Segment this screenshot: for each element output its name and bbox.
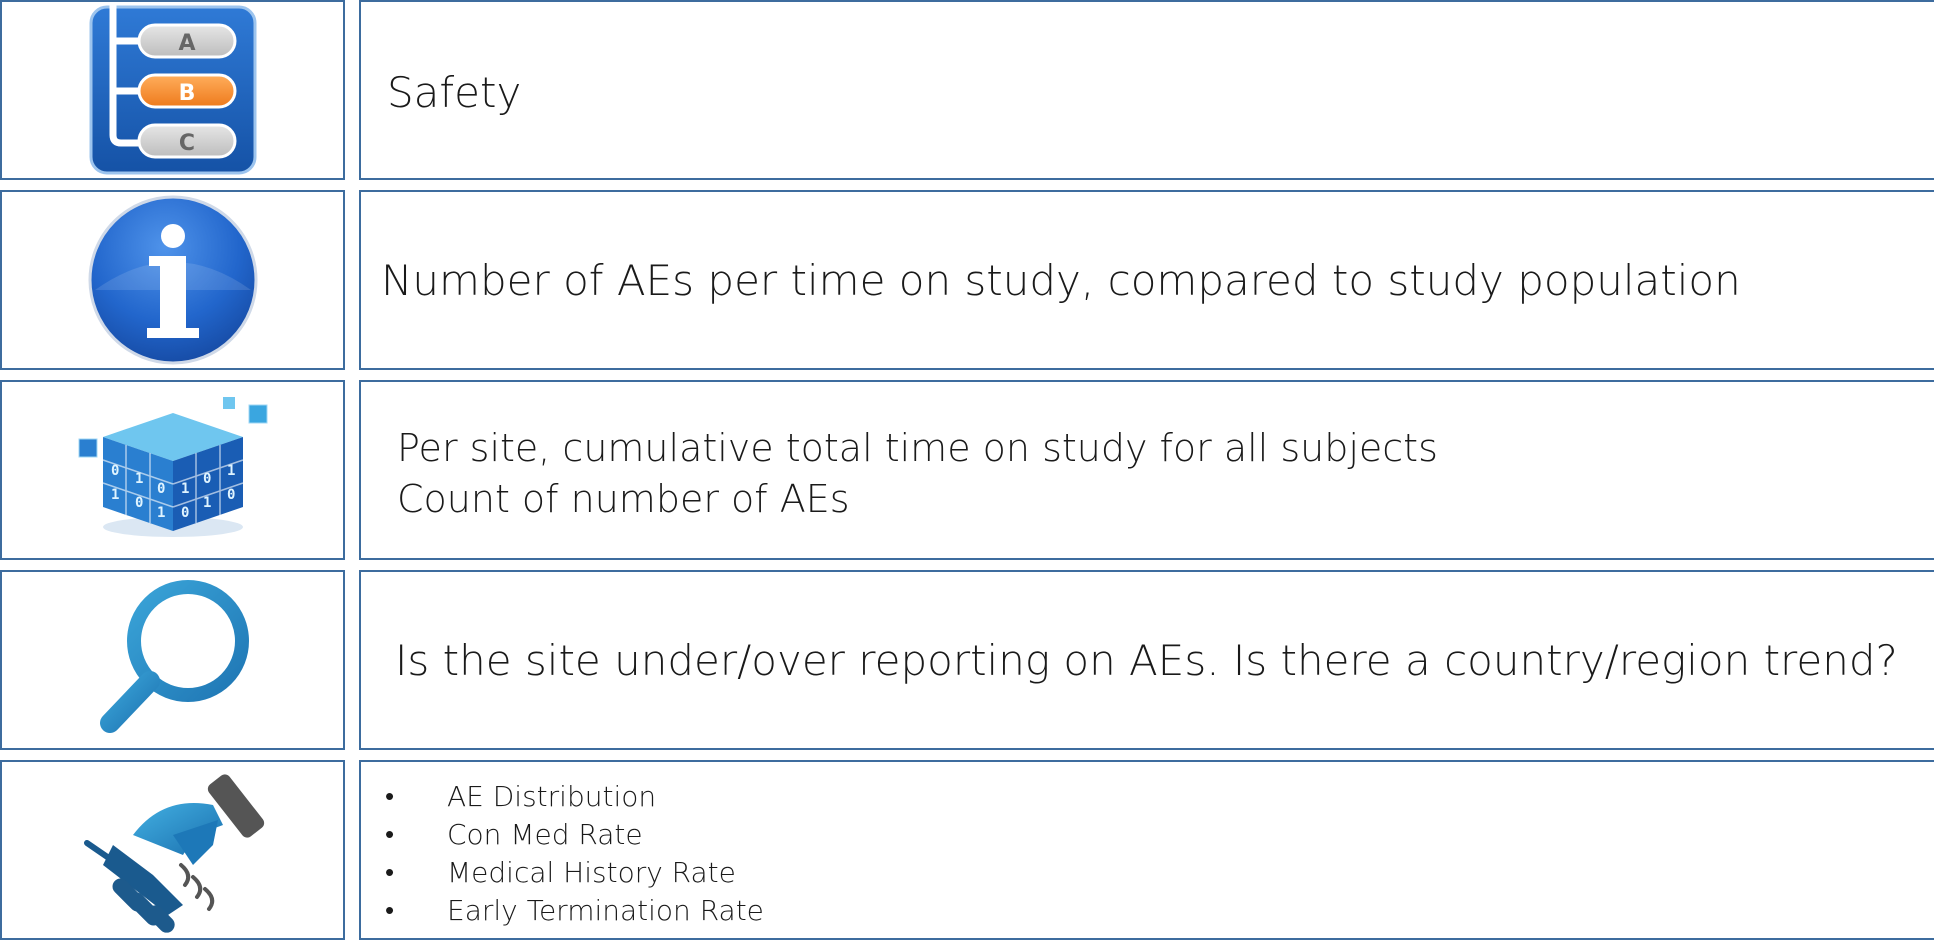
svg-text:1: 1 [157,505,165,521]
icon-label-c: C [178,131,194,156]
text-cell: Number of AEs per time on study, compare… [359,190,1934,370]
row-category: A B C Safety [0,0,1934,180]
text-cell: Per site, cumulative total time on study… [359,380,1934,560]
svg-text:0: 0 [135,495,143,511]
list-item: Con Med Rate [381,816,764,854]
data-cube-icon: 0 10 1 01 10 1 01 0 [78,397,267,537]
icon-cell [0,760,345,940]
icon-label-a: A [178,31,195,56]
svg-text:0: 0 [227,487,235,503]
icon-cell [0,190,345,370]
svg-text:1: 1 [111,487,119,503]
svg-text:1: 1 [203,495,211,511]
list-item: Medical History Rate [381,854,764,892]
category-title: Safety [387,68,522,117]
row-question: Is the site under/over reporting on AEs.… [0,570,1934,750]
question-text: Is the site under/over reporting on AEs.… [395,636,1898,685]
row-data: 010 101 101 010 Per site, cumulative tot… [0,380,1934,560]
svg-text:1: 1 [135,471,143,487]
text-cell: Is the site under/over reporting on AEs.… [359,570,1934,750]
svg-text:1: 1 [227,463,235,479]
icon-label-b: B [178,81,195,106]
description-text: Number of AEs per time on study, compare… [381,256,1741,305]
svg-text:0: 0 [111,463,119,479]
magnifier-icon [99,580,249,733]
svg-text:0: 0 [203,471,211,487]
row-description: Number of AEs per time on study, compare… [0,190,1934,370]
list-item: AE Distribution [381,778,764,816]
info-icon [88,195,257,365]
text-cell: AE Distribution Con Med Rate Medical His… [359,760,1934,940]
data-line-1: Per site, cumulative total time on study… [397,426,1438,470]
text-cell: Safety [359,0,1934,180]
handshake-icon [83,774,264,933]
svg-text:1: 1 [181,481,189,497]
svg-text:0: 0 [181,505,189,521]
icon-cell: 010 101 101 010 [0,380,345,560]
related-list: AE Distribution Con Med Rate Medical His… [381,778,764,930]
data-line-2: Count of number of AEs [397,477,850,521]
icon-cell: A B C [0,0,345,180]
list-item: Early Termination Rate [381,892,764,930]
icon-cell [0,570,345,750]
svg-text:0: 0 [157,481,165,497]
row-related: AE Distribution Con Med Rate Medical His… [0,760,1934,940]
abc-list-icon: A B C [89,5,256,175]
